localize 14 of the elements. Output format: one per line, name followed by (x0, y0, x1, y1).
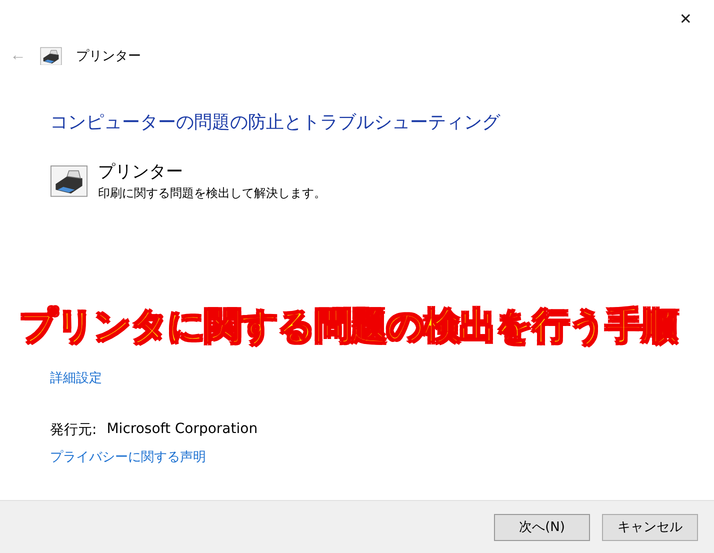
caption-text: プリンタに関する問題の検出を行う手順 (20, 305, 679, 349)
publisher-value: Microsoft Corporation (106, 421, 258, 439)
window-title: プリンター (76, 48, 141, 65)
next-button[interactable]: 次へ(N) (494, 514, 590, 540)
troubleshooter-name: プリンター (98, 161, 184, 183)
close-button[interactable]: ✕ (673, 6, 698, 32)
printer-icon (50, 164, 88, 198)
privacy-link[interactable]: プライバシーに関する声明 (50, 448, 206, 466)
printer-icon (40, 46, 62, 66)
page-heading: コンピューターの問題の防止とトラブルシューティング (50, 111, 502, 134)
advanced-link[interactable]: 詳細設定 (50, 369, 102, 387)
cancel-button[interactable]: キャンセル (602, 514, 698, 540)
troubleshooter-description: 印刷に関する問題を検出して解決します。 (98, 185, 326, 202)
publisher-label: 発行元: (50, 421, 97, 439)
